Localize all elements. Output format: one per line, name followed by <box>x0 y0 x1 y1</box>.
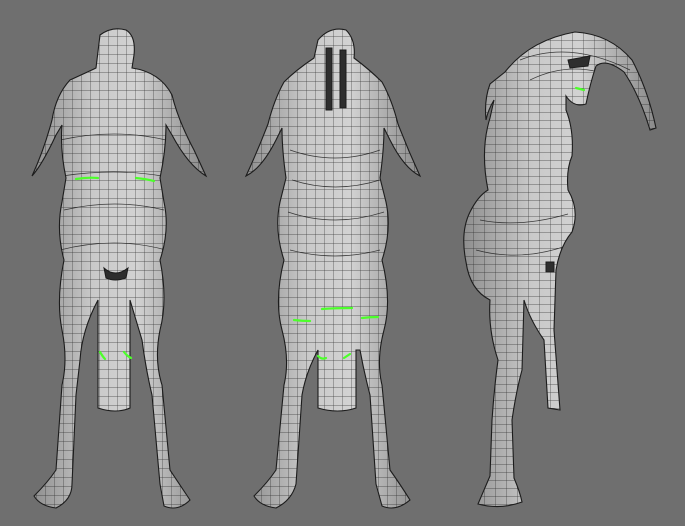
3d-viewport[interactable] <box>0 0 685 526</box>
creature-front-view[interactable] <box>240 20 440 520</box>
creature-side-view[interactable] <box>455 20 670 520</box>
wireframe-canvas[interactable] <box>0 0 685 526</box>
creature-back-view[interactable] <box>20 20 220 520</box>
